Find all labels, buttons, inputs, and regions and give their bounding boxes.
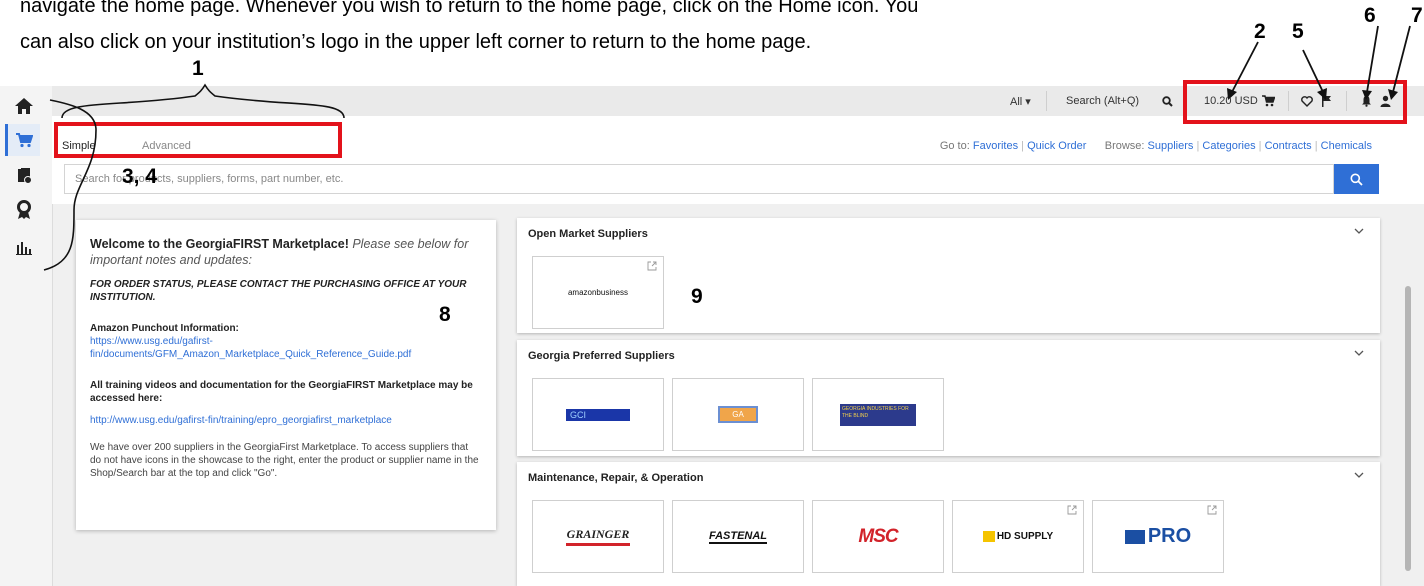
callout-2: 2: [1254, 20, 1266, 43]
callout-5: 5: [1292, 20, 1304, 43]
callout-6: 6: [1364, 4, 1376, 27]
callout-8: 8: [439, 303, 451, 326]
callout-7: 7: [1411, 4, 1423, 27]
callout-3-4: 3, 4: [122, 165, 158, 188]
callout-9: 9: [691, 285, 703, 308]
callout-1: 1: [192, 57, 204, 80]
annotation-arrows: [43, 25, 1411, 271]
